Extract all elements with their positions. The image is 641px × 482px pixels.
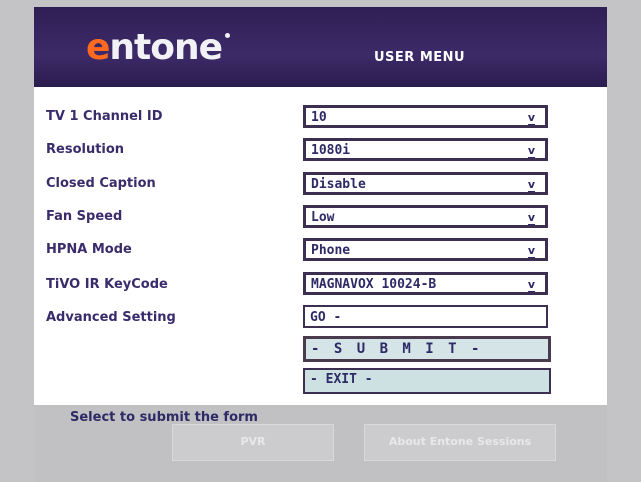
select-value: MAGNAVOX 10024-B	[311, 277, 437, 292]
submit-label: - S U B M I T -	[311, 341, 483, 357]
label-advanced-setting: Advanced Setting	[46, 310, 176, 325]
label-hpna-mode: HPNA Mode	[46, 242, 132, 257]
dropdown-arrow-icon: v	[527, 244, 535, 258]
go-label: GO -	[310, 310, 342, 325]
about-sessions-button[interactable]: About Entone Sessions	[364, 424, 556, 461]
logo-letter-e: e	[86, 27, 110, 68]
entone-logo: entone	[86, 27, 231, 68]
select-closed-caption[interactable]: Disable v	[303, 172, 548, 195]
label-tv-channel-id: TV 1 Channel ID	[46, 109, 163, 124]
select-value: Phone	[311, 243, 351, 258]
dropdown-arrow-icon: v	[527, 144, 535, 158]
pvr-label: PVR	[240, 435, 266, 448]
select-hpna-mode[interactable]: Phone v	[303, 238, 548, 261]
label-resolution: Resolution	[46, 142, 125, 157]
label-fan-speed: Fan Speed	[46, 209, 123, 224]
select-tv-channel-id[interactable]: 10 v	[303, 105, 548, 128]
exit-button[interactable]: - EXIT -	[303, 368, 551, 394]
submit-button[interactable]: - S U B M I T -	[303, 336, 551, 362]
about-sessions-label: About Entone Sessions	[388, 435, 532, 448]
screen: entone USER MENU TV 1 Channel ID 10 v Re…	[0, 0, 641, 482]
label-closed-caption: Closed Caption	[46, 176, 156, 191]
header-bar: entone USER MENU	[34, 7, 607, 87]
dropdown-arrow-icon: v	[527, 278, 535, 292]
status-bar: PVR About Entone Sessions Select to subm…	[34, 405, 607, 482]
logo-dot-icon	[225, 33, 231, 38]
select-value: 10	[311, 110, 327, 125]
select-fan-speed[interactable]: Low v	[303, 205, 548, 228]
dropdown-arrow-icon: v	[527, 178, 535, 192]
advanced-setting-go-button[interactable]: GO -	[303, 305, 548, 328]
select-tivo-ir-keycode[interactable]: MAGNAVOX 10024-B v	[303, 272, 548, 295]
label-tivo-ir-keycode: TiVO IR KeyCode	[46, 277, 168, 292]
select-resolution[interactable]: 1080i v	[303, 138, 548, 161]
dropdown-arrow-icon: v	[527, 111, 535, 125]
select-value: Disable	[311, 177, 366, 192]
status-message: Select to submit the form	[70, 410, 258, 425]
dropdown-arrow-icon: v	[527, 211, 535, 225]
exit-label: - EXIT -	[310, 372, 373, 387]
select-value: Low	[311, 210, 335, 225]
logo-text: ntone	[109, 27, 223, 68]
select-value: 1080i	[311, 143, 351, 158]
settings-form: TV 1 Channel ID 10 v Resolution 1080i v …	[34, 87, 607, 405]
pvr-menu-button[interactable]: PVR	[172, 424, 334, 461]
page-title: USER MENU	[374, 50, 466, 65]
